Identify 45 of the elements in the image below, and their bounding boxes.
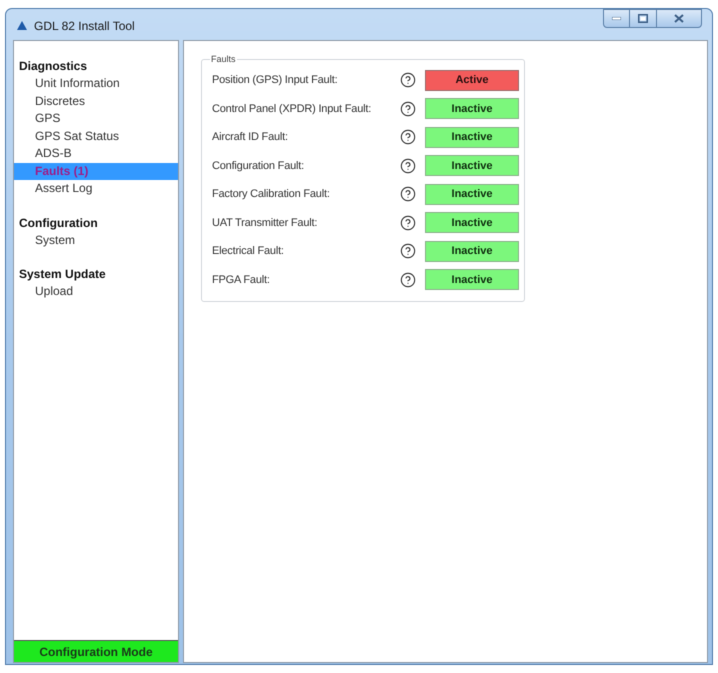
triangle-logo-icon bbox=[17, 21, 27, 30]
help-icon[interactable] bbox=[400, 272, 416, 288]
fault-label: Configuration Fault: bbox=[212, 158, 305, 174]
sidebar-item[interactable]: Upload bbox=[14, 283, 178, 300]
fault-label: Electrical Fault: bbox=[212, 244, 285, 259]
fault-label: UAT Transmitter Fault: bbox=[212, 216, 318, 230]
section-heading: System Update bbox=[18, 266, 107, 283]
help-icon[interactable] bbox=[400, 186, 416, 202]
group-title: Faults bbox=[210, 54, 237, 64]
fault-label: Control Panel (XPDR) Input Fault: bbox=[212, 102, 372, 116]
mode-status-bar: Configuration Mode bbox=[14, 640, 178, 662]
fault-label: Factory Calibration Fault: bbox=[212, 187, 331, 202]
fault-status-badge: Inactive bbox=[425, 155, 519, 176]
fault-status-badge: Inactive bbox=[425, 126, 519, 148]
section-heading: Configuration bbox=[18, 214, 99, 232]
fault-status-badge: Inactive bbox=[425, 240, 519, 262]
fault-status-badge: Active bbox=[425, 70, 519, 91]
help-icon[interactable] bbox=[400, 243, 416, 260]
sidebar-item[interactable]: Unit Information bbox=[14, 75, 178, 92]
sidebar-item[interactable]: ADS-B bbox=[14, 145, 178, 162]
help-icon[interactable] bbox=[400, 214, 416, 231]
help-icon[interactable] bbox=[400, 129, 416, 146]
fault-label: Position (GPS) Input Fault: bbox=[212, 73, 338, 88]
window-title: GDL 82 Install Tool bbox=[34, 18, 135, 34]
fault-label: FPGA Fault: bbox=[212, 272, 271, 288]
fault-label: Aircraft ID Fault: bbox=[212, 130, 289, 145]
maximize-icon bbox=[638, 14, 648, 23]
fault-status-badge: Inactive bbox=[425, 98, 519, 120]
maximize-button[interactable] bbox=[630, 9, 657, 28]
fault-status-badge: Inactive bbox=[425, 269, 519, 290]
help-icon[interactable] bbox=[400, 72, 416, 88]
minimize-icon bbox=[612, 17, 621, 20]
help-icon[interactable] bbox=[400, 100, 416, 117]
sidebar-item[interactable]: System bbox=[14, 232, 178, 249]
minimize-button[interactable] bbox=[603, 9, 630, 28]
sidebar-item[interactable]: GPS Sat Status bbox=[14, 128, 178, 145]
close-button[interactable] bbox=[657, 9, 702, 28]
close-icon bbox=[674, 14, 684, 23]
help-icon[interactable] bbox=[400, 158, 416, 174]
section-heading: Diagnostics bbox=[18, 58, 88, 75]
sidebar-item[interactable]: GPS bbox=[14, 110, 178, 128]
fault-status-badge: Inactive bbox=[425, 212, 519, 234]
sidebar-item[interactable]: Discretes bbox=[14, 92, 178, 110]
fault-status-badge: Inactive bbox=[425, 184, 519, 205]
sidebar-item[interactable]: Assert Log bbox=[14, 180, 178, 198]
